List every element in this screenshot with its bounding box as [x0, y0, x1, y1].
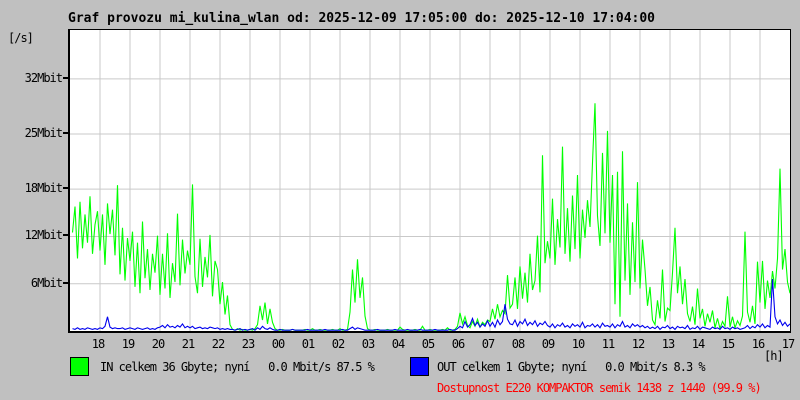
- x-tick-label: 00: [271, 337, 285, 351]
- y-axis-tick: [63, 132, 68, 134]
- y-tick-label: 18Mbit: [24, 181, 63, 196]
- x-tick-label: 15: [721, 337, 735, 351]
- y-axis-tick: [63, 187, 68, 190]
- x-tick-label: 01: [301, 337, 315, 351]
- legend-out-label: OUT celkem 1 Gbyte; nyní 0.0 Mbit/s 8.3 …: [437, 360, 706, 374]
- x-tick-label: 04: [391, 337, 405, 351]
- y-tick-label: 12Mbit: [24, 228, 63, 243]
- x-tick-label: 23: [241, 337, 255, 351]
- traffic-svg: [70, 30, 790, 331]
- y-tick-label: 6Mbit: [30, 275, 63, 290]
- x-tick-label: 06: [451, 337, 465, 351]
- legend-in-swatch: [70, 357, 89, 376]
- x-tick-label: 14: [691, 337, 705, 351]
- x-tick-label: 13: [661, 337, 675, 351]
- x-tick-label: 22: [211, 337, 225, 351]
- y-tick-label: 32Mbit: [24, 70, 63, 85]
- x-tick-label: 12: [631, 337, 645, 351]
- graph-title: Graf provozu mi_kulina_wlan od: 2025-12-…: [68, 11, 655, 26]
- y-axis-tick: [63, 234, 68, 237]
- x-tick-label: 09: [541, 337, 555, 351]
- y-tick-label: 25Mbit: [24, 126, 63, 140]
- traffic-graph-page: Graf provozu mi_kulina_wlan od: 2025-12-…: [0, 0, 800, 400]
- y-axis-tick: [63, 76, 68, 79]
- y-axis-tick: [63, 281, 68, 284]
- plot-area: [68, 29, 791, 333]
- x-tick-label: 21: [181, 337, 195, 351]
- legend-in-label: IN celkem 36 Gbyte; nyní 0.0 Mbit/s 87.5…: [100, 360, 375, 374]
- x-tick-label: 02: [331, 337, 345, 351]
- series-in-line: [71, 103, 790, 331]
- series-out-line: [72, 278, 790, 331]
- y-axis-unit-label: [/s]: [8, 31, 34, 45]
- x-tick-label: 18: [91, 337, 105, 351]
- x-tick-label: 05: [421, 337, 435, 351]
- x-tick-label: 10: [571, 337, 585, 351]
- legend-out-swatch: [410, 357, 429, 376]
- x-tick-label: 08: [511, 337, 525, 351]
- x-tick-label: 20: [151, 337, 165, 351]
- x-tick-label: 19: [121, 337, 135, 351]
- availability-text: Dostupnost E220 KOMPAKTOR semik 1438 z 1…: [437, 381, 762, 395]
- x-axis-unit-label: [h]: [764, 349, 784, 363]
- x-tick-label: 07: [481, 337, 495, 351]
- x-tick-label: 03: [361, 337, 375, 351]
- x-tick-label: 11: [601, 337, 615, 351]
